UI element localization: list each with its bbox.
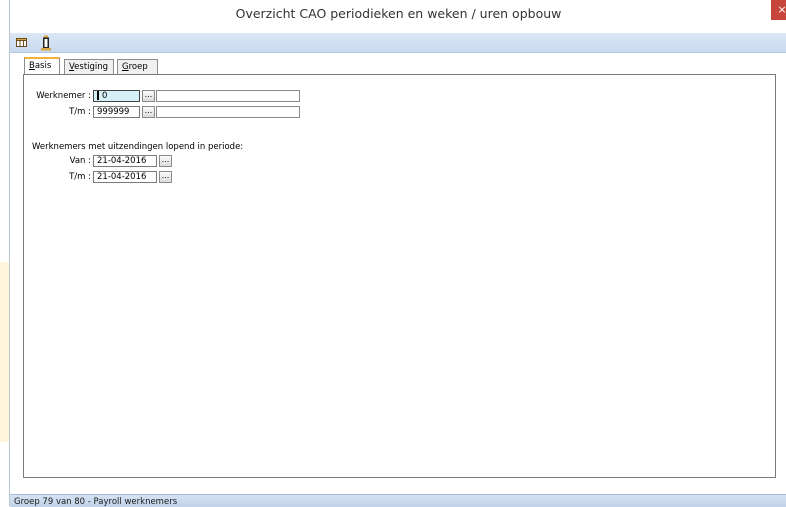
tab-groep[interactable]: Groep [117,59,158,74]
tab-basis[interactable]: Basis [24,57,60,75]
werknemer-tm-label: T/m : [69,107,91,117]
tm-date-field[interactable]: 21-04-2016 [93,171,157,183]
close-button[interactable]: × [771,0,786,20]
van-date-field[interactable]: 21-04-2016 [93,155,157,167]
status-bar: Groep 79 van 80 - Payroll werknemers [10,494,786,507]
printer-icon[interactable] [39,35,55,51]
werknemer-from-lookup-button[interactable]: ... [142,90,155,102]
van-label: Van : [69,156,91,166]
text-caret [97,91,99,100]
tab-groep-label: roep [128,62,148,72]
werknemer-from-value: 0 [102,91,108,101]
werknemer-to-lookup-button[interactable]: ... [142,106,155,118]
table-icon[interactable] [15,35,31,49]
window-title: Overzicht CAO periodieken en weken / ure… [235,6,562,21]
tm-date-label: T/m : [69,172,91,182]
background-highlight [0,262,9,442]
werknemer-to-description [156,106,300,118]
tab-vestiging[interactable]: Vestiging [64,59,114,74]
period-section-label: Werknemers met uitzendingen lopend in pe… [32,142,244,152]
van-date-picker-button[interactable]: ... [159,155,172,167]
werknemer-to-field[interactable]: 999999 [93,106,140,118]
tab-basis-label: asis [34,61,52,71]
werknemer-from-description [156,90,300,102]
tm-date-picker-button[interactable]: ... [159,171,172,183]
tab-vestiging-label: estiging [74,62,109,72]
tab-groep-mnemonic: G [122,62,129,72]
werknemer-from-field[interactable]: 0 [93,90,140,102]
title-bar[interactable]: Overzicht CAO periodieken en weken / ure… [10,0,786,30]
werknemer-label: Werknemer : [36,91,91,101]
report-window: Overzicht CAO periodieken en weken / ure… [9,0,786,507]
toolbar [10,33,786,53]
basis-panel: Werknemer : 0 ... T/m : 999999 ... Werkn… [23,74,776,478]
